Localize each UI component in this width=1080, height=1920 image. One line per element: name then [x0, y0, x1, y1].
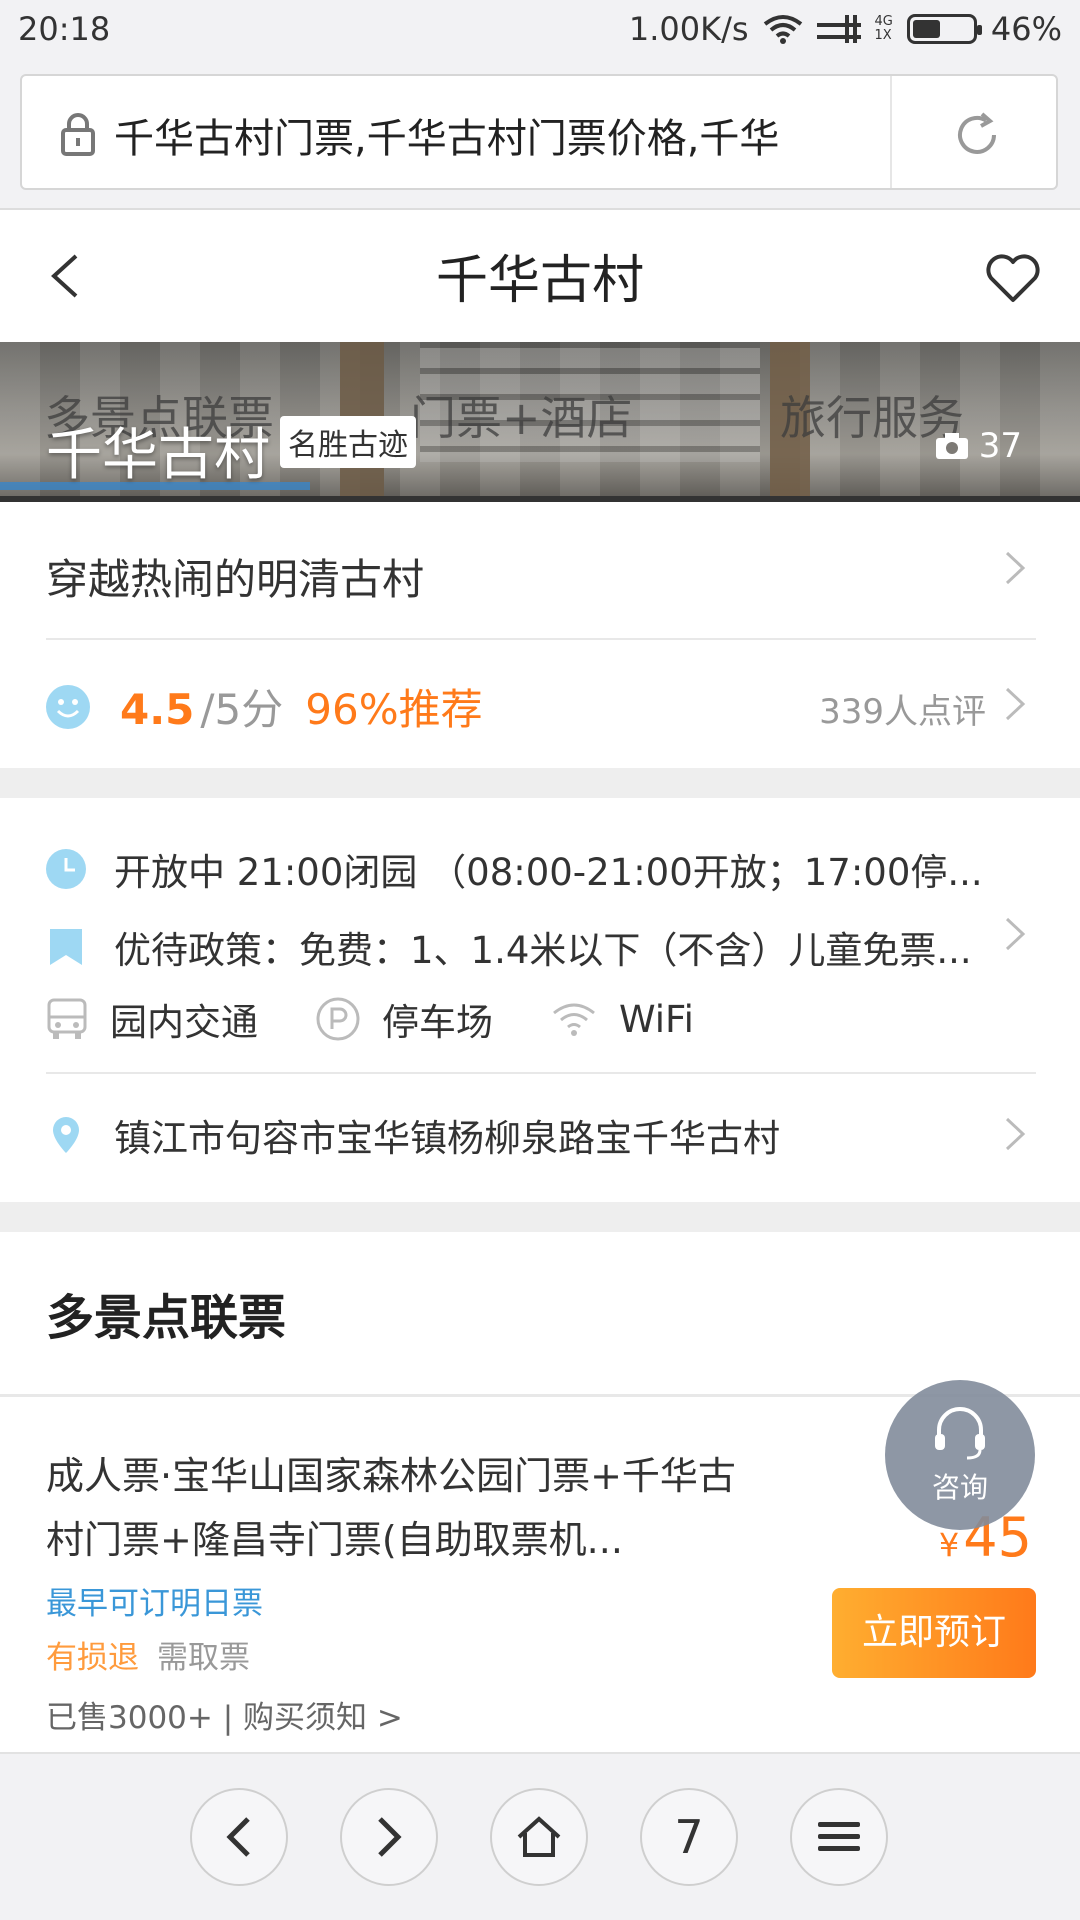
sold-count-and-notice[interactable]: 已售3000+ | 购买须知 >	[46, 1692, 403, 1737]
rating-summary: 4.5 /5分 96%推荐	[46, 676, 483, 737]
divider	[46, 638, 1036, 640]
scenic-name: 千华古村	[46, 423, 270, 488]
back-button[interactable]	[190, 1788, 288, 1886]
location-pin-icon	[53, 1117, 79, 1153]
address-bar[interactable]: 千华古村门票,千华古村门票价格,千华	[20, 74, 1058, 190]
network-speed: 1.00K/s	[628, 10, 749, 48]
url-text[interactable]: 千华古村门票,千华古村门票价格,千华	[114, 106, 894, 164]
browser-toolbar: 7	[0, 1752, 1080, 1920]
heart-icon[interactable]	[984, 252, 1042, 304]
address-divider	[890, 76, 892, 188]
chevron-right-icon	[1005, 1117, 1026, 1151]
rating-score: 4.5	[120, 685, 195, 734]
chevron-right-icon	[378, 1817, 402, 1857]
chevron-left-icon	[226, 1817, 250, 1857]
status-icons: 1.00K/s 4G 1X 46%	[629, 10, 1062, 48]
bookmark-icon	[50, 929, 82, 965]
browser-address-area: 千华古村门票,千华古村门票价格,千华	[0, 62, 1080, 210]
clock: 20:18	[18, 10, 111, 48]
wifi-icon	[553, 1003, 595, 1036]
tabs-button[interactable]: 7	[640, 1788, 738, 1886]
photo-count[interactable]: 37	[935, 426, 1022, 466]
pickup-tag: 需取票	[157, 1640, 250, 1676]
rating-scale: /5分	[200, 685, 284, 734]
section-title: 多景点联票	[46, 1290, 287, 1346]
consult-button[interactable]: 咨询	[885, 1380, 1035, 1530]
currency-symbol: ¥	[938, 1526, 960, 1564]
facility-item: WiFi	[551, 998, 694, 1041]
battery-icon	[906, 14, 982, 44]
chevron-right-icon	[1005, 687, 1026, 721]
page-header: 千华古村	[0, 210, 1080, 342]
clock-icon	[46, 849, 86, 889]
forward-button[interactable]	[340, 1788, 438, 1886]
consult-label: 咨询	[931, 1471, 988, 1504]
book-now-button[interactable]: 立即预订	[832, 1588, 1036, 1678]
wifi-icon	[763, 15, 802, 44]
address: 镇江市句容市宝华镇杨柳泉路宝千华古村	[46, 1108, 780, 1162]
review-count: 339人点评	[819, 692, 986, 732]
recommend-rate: 96%推荐	[305, 685, 483, 734]
parking-icon	[316, 997, 360, 1041]
home-icon	[517, 1816, 561, 1857]
network-type: 4G 1X	[874, 14, 893, 43]
earliest-booking: 最早可订明日票	[46, 1586, 263, 1622]
slogan-text: 穿越热闹的明清古村	[46, 555, 425, 604]
chevron-right-icon	[1005, 551, 1026, 585]
smile-icon	[46, 684, 90, 729]
chevron-right-icon	[1005, 917, 1026, 951]
menu-icon	[818, 1822, 860, 1851]
hero-bottom-line	[0, 496, 1080, 502]
facility-item: 园内交通	[46, 992, 258, 1046]
menu-button[interactable]	[790, 1788, 888, 1886]
facilities-list: 园内交通 停车场 WiFi	[46, 992, 752, 1046]
reload-icon[interactable]	[952, 110, 1002, 160]
category-badge: 名胜古迹	[280, 416, 416, 468]
page-title: 千华古村	[435, 251, 644, 311]
hero-banner[interactable]: 多景点联票 门票+酒店 旅行服务 千华古村 名胜古迹 37	[0, 342, 1080, 502]
tab-ticket-hotel[interactable]: 门票+酒店	[410, 382, 633, 448]
bus-icon	[47, 998, 87, 1039]
headset-icon	[935, 1407, 985, 1460]
battery-percent: 46%	[990, 10, 1062, 48]
product-tags: 有损退 需取票	[46, 1632, 250, 1677]
divider	[46, 1072, 1036, 1074]
status-bar: 20:18 1.00K/s 4G 1X 46%	[0, 0, 1080, 62]
signal-icon	[816, 15, 861, 43]
refund-tag: 有损退	[46, 1640, 139, 1676]
section-gap	[0, 1202, 1080, 1232]
facility-item: 停车场	[316, 992, 493, 1046]
section-gap	[0, 768, 1080, 798]
home-button[interactable]	[490, 1788, 588, 1886]
tab-count: 7	[674, 1810, 704, 1864]
camera-icon	[935, 433, 968, 459]
lock-icon	[61, 113, 95, 156]
opening-hours: 开放中 21:00闭园 （08:00-21:00开放；17:00停...	[46, 842, 983, 896]
product-name[interactable]: 成人票·宝华山国家森林公园门票+千华古村门票+隆昌寺门票(自助取票机...	[46, 1444, 766, 1572]
discount-policy: 优待政策：免费：1、1.4米以下（不含）儿童免票...	[46, 920, 972, 974]
